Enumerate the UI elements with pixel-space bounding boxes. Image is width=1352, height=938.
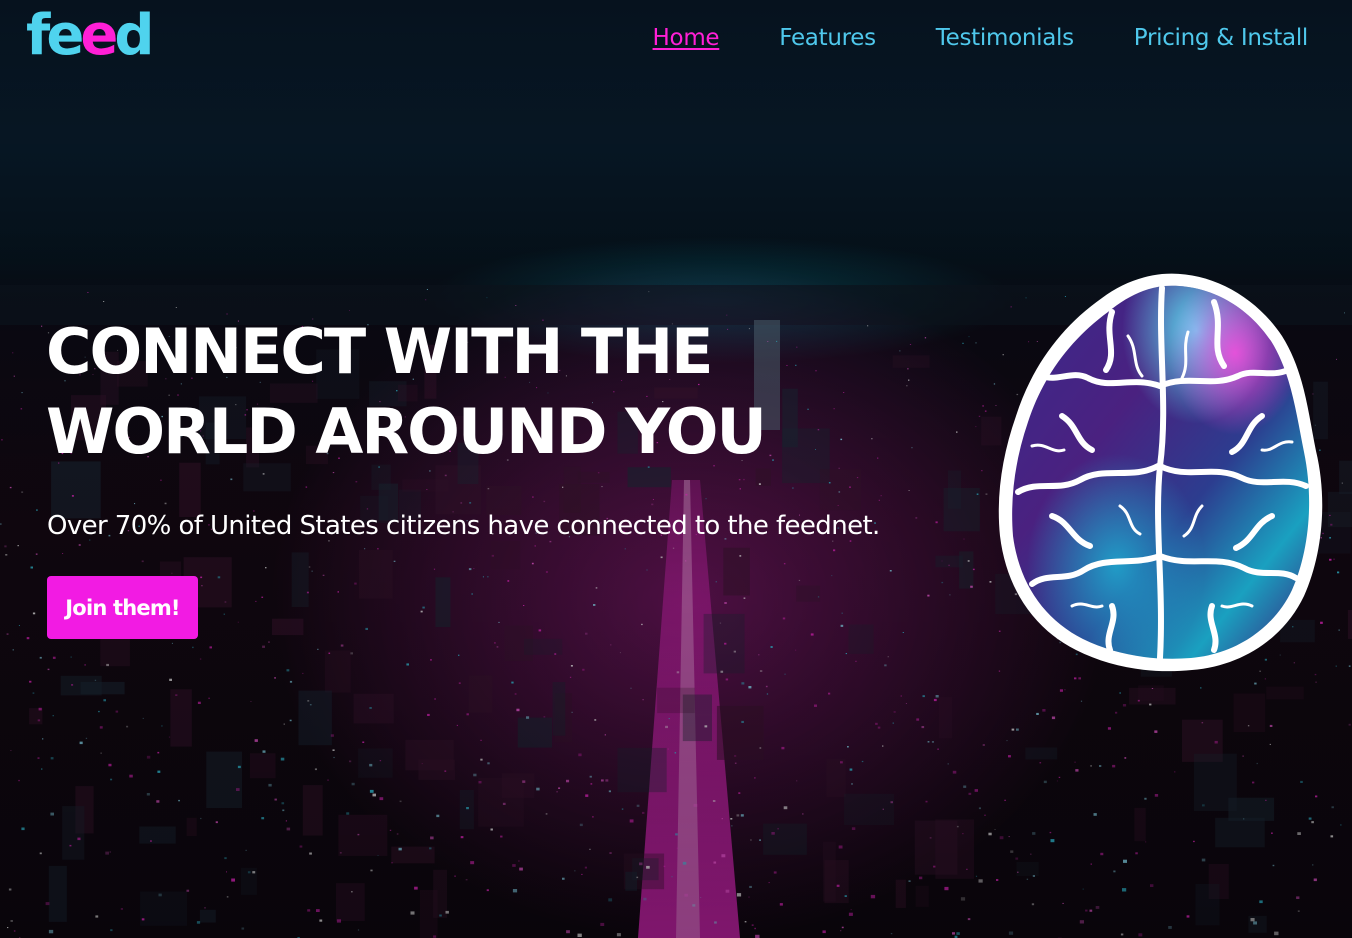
hero-title: CONNECT WITH THE WORLD AROUND YOU [46, 312, 906, 472]
nav-link-pricing-install[interactable]: Pricing & Install [1134, 22, 1309, 54]
brain-image [998, 273, 1323, 672]
hero-title-line-2: WORLD AROUND YOU [46, 395, 767, 468]
landing-page: fe e d Home Features Testimonials Pricing … [0, 0, 1352, 938]
nav-link-features[interactable]: Features [779, 22, 876, 54]
join-them-button[interactable]: Join them! [47, 576, 198, 639]
main-nav: Home Features Testimonials Pricing & Ins… [653, 22, 1309, 54]
feed-logo[interactable]: fe e d [26, 3, 154, 68]
nav-link-testimonials[interactable]: Testimonials [936, 22, 1074, 54]
logo-text-part3: d [114, 3, 154, 68]
logo-text-part1: fe [26, 3, 84, 68]
nav-link-home[interactable]: Home [653, 22, 720, 54]
hero-title-line-1: CONNECT WITH THE [46, 315, 713, 388]
hero-subtitle: Over 70% of United States citizens have … [47, 511, 880, 541]
logo-text-part2: e [80, 3, 118, 68]
